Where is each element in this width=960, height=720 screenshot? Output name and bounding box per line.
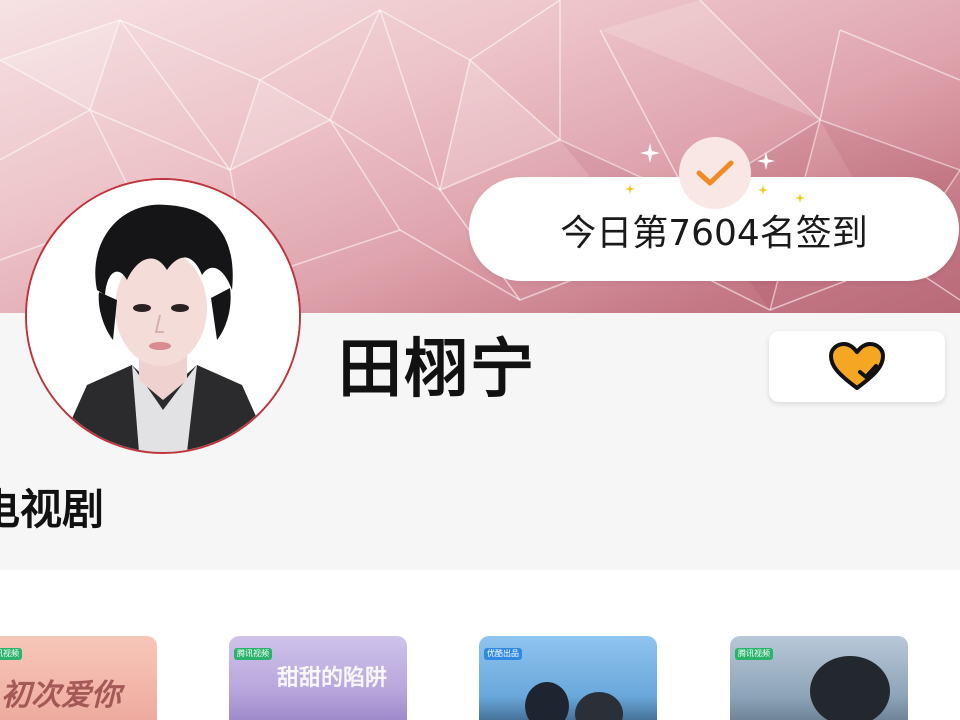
artist-name: 田栩宁	[338, 333, 536, 407]
sparkle-icon	[625, 184, 635, 194]
heart-check-icon	[829, 341, 885, 390]
poster-card[interactable]: 腾讯视频	[730, 636, 908, 720]
checkin-badge	[679, 137, 751, 209]
poster-card[interactable]: 腾讯视频 初次爱你	[0, 636, 157, 720]
checkmark-icon	[696, 160, 734, 186]
sparkle-icon	[640, 143, 660, 163]
platform-badge: 腾讯视频	[735, 648, 773, 660]
poster-artwork	[525, 682, 623, 720]
platform-badge: 优酷出品	[484, 648, 522, 660]
poster-title: 初次爱你	[1, 678, 121, 713]
follow-button[interactable]	[769, 331, 945, 402]
platform-badge: 腾讯视频	[234, 648, 272, 660]
sparkle-icon	[757, 152, 775, 170]
poster-title: 甜甜的陷阱	[277, 666, 388, 691]
checkin-label: 今日第7604名签到	[560, 213, 868, 254]
sparkle-icon	[795, 193, 805, 203]
sparkle-icon	[758, 185, 768, 195]
poster-artwork	[810, 656, 890, 720]
poster-card[interactable]: 优酷出品	[479, 636, 657, 720]
platform-badge: 腾讯视频	[0, 648, 22, 660]
section-title-tv-series: 电视剧	[0, 485, 105, 534]
avatar-portrait	[27, 180, 299, 452]
poster-card[interactable]: 腾讯视频 甜甜的陷阱	[229, 636, 407, 720]
avatar[interactable]	[25, 178, 301, 454]
artist-profile-page: 今日第7604名签到 田栩宁 视剧 视频 初次爱你 腾讯视频 甜甜的陷阱 优酷出…	[0, 0, 960, 720]
